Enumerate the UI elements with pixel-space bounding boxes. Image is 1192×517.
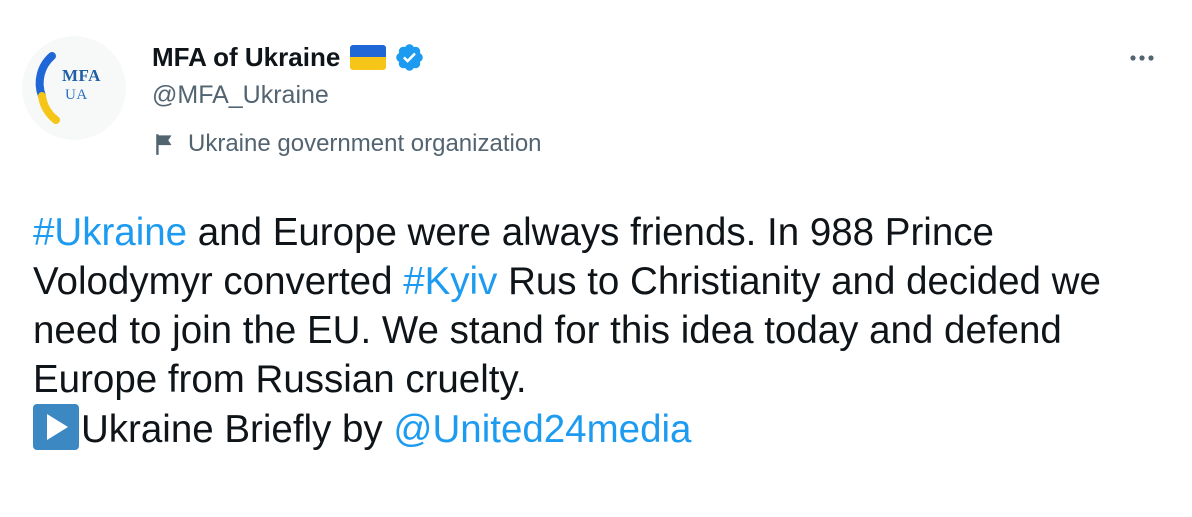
handle[interactable]: @MFA_Ukraine (152, 81, 542, 110)
account-label[interactable]: Ukraine government organization (152, 130, 542, 158)
tweet-card: MFA UA MFA of Ukraine @MFA_Ukraine Ukrai… (0, 0, 1192, 517)
play-button-emoji-icon (33, 404, 79, 450)
avatar-logo-text-top: MFA (62, 66, 101, 85)
avatar-logo-text-bottom: UA (65, 87, 88, 103)
avatar[interactable]: MFA UA (22, 36, 126, 140)
more-dots-icon[interactable] (1124, 40, 1160, 76)
hashtag-ukraine-link[interactable]: #Ukraine (33, 211, 187, 254)
tweet-header: MFA of Ukraine @MFA_Ukraine Ukraine gove… (152, 38, 542, 158)
hashtag-kyiv-link[interactable]: #Kyiv (403, 260, 497, 303)
display-name[interactable]: MFA of Ukraine (152, 42, 340, 73)
ukraine-flag-icon (350, 44, 387, 70)
tweet-text: #Ukraine and Europe were always friends.… (33, 208, 1163, 454)
tweet-text-part-3: Ukraine Briefly by (81, 408, 394, 451)
account-label-text: Ukraine government organization (188, 130, 542, 157)
verified-badge-icon[interactable] (394, 42, 425, 73)
name-row: MFA of Ukraine (152, 38, 542, 76)
flag-outline-icon (156, 134, 172, 155)
mention-united24media-link[interactable]: @United24media (393, 408, 691, 451)
